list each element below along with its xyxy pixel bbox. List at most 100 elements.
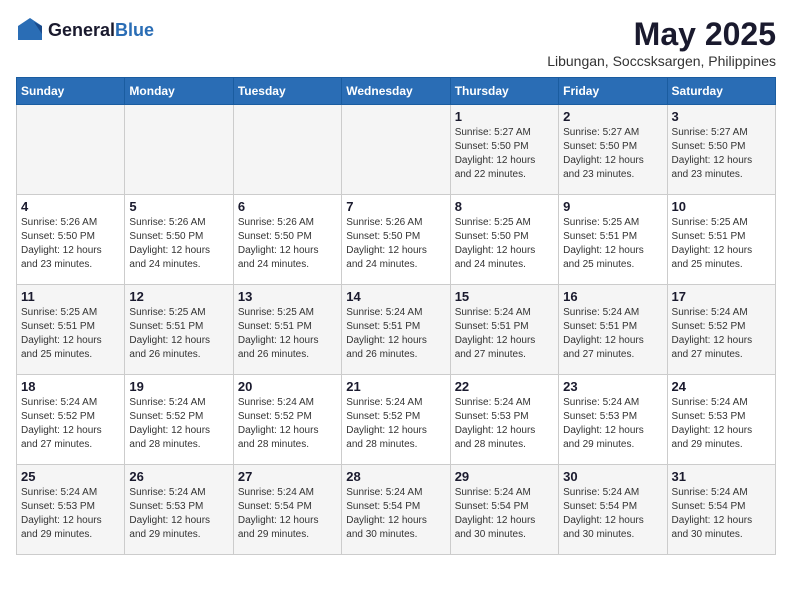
day-number: 8 <box>455 199 554 214</box>
calendar-cell: 24 Sunrise: 5:24 AM Sunset: 5:53 PM Dayli… <box>667 375 775 465</box>
day-info: Sunrise: 5:24 AM Sunset: 5:52 PM Dayligh… <box>238 396 337 452</box>
calendar-cell <box>233 105 341 195</box>
calendar-cell: 17 Sunrise: 5:24 AM Sunset: 5:52 PM Dayli… <box>667 285 775 375</box>
day-number: 22 <box>455 379 554 394</box>
day-number: 1 <box>455 109 554 124</box>
calendar-week-row: 11 Sunrise: 5:25 AM Sunset: 5:51 PM Dayli… <box>17 285 776 375</box>
calendar-cell: 27Sunrise: 5:24 AM Sunset: 5:54 PM Dayli… <box>233 465 341 555</box>
calendar-week-row: 18 Sunrise: 5:24 AM Sunset: 5:52 PM Dayli… <box>17 375 776 465</box>
day-info: Sunrise: 5:24 AM Sunset: 5:54 PM Dayligh… <box>672 486 771 542</box>
weekday-header-monday: Monday <box>125 78 233 105</box>
calendar-week-row: 25 Sunrise: 5:24 AM Sunset: 5:53 PM Dayli… <box>17 465 776 555</box>
day-info: Sunrise: 5:26 AM Sunset: 5:50 PM Dayligh… <box>129 216 228 272</box>
day-number: 21 <box>346 379 445 394</box>
day-number: 11 <box>21 289 120 304</box>
calendar-cell: 30 Sunrise: 5:24 AM Sunset: 5:54 PM Dayli… <box>559 465 667 555</box>
weekday-header-sunday: Sunday <box>17 78 125 105</box>
day-number: 29 <box>455 469 554 484</box>
calendar-cell <box>17 105 125 195</box>
day-number: 26 <box>129 469 228 484</box>
calendar-cell: 11 Sunrise: 5:25 AM Sunset: 5:51 PM Dayli… <box>17 285 125 375</box>
calendar-cell: 9Sunrise: 5:25 AM Sunset: 5:51 PM Daylig… <box>559 195 667 285</box>
day-info: Sunrise: 5:24 AM Sunset: 5:53 PM Dayligh… <box>563 396 662 452</box>
day-info: Sunrise: 5:25 AM Sunset: 5:51 PM Dayligh… <box>129 306 228 362</box>
weekday-header-wednesday: Wednesday <box>342 78 450 105</box>
weekday-header-thursday: Thursday <box>450 78 558 105</box>
logo-blue: Blue <box>115 20 154 40</box>
day-info: Sunrise: 5:24 AM Sunset: 5:54 PM Dayligh… <box>238 486 337 542</box>
calendar-cell: 16Sunrise: 5:24 AM Sunset: 5:51 PM Dayli… <box>559 285 667 375</box>
day-number: 6 <box>238 199 337 214</box>
day-info: Sunrise: 5:25 AM Sunset: 5:51 PM Dayligh… <box>21 306 120 362</box>
day-number: 31 <box>672 469 771 484</box>
calendar-cell: 22 Sunrise: 5:24 AM Sunset: 5:53 PM Dayli… <box>450 375 558 465</box>
calendar-cell: 6 Sunrise: 5:26 AM Sunset: 5:50 PM Daylig… <box>233 195 341 285</box>
calendar-cell <box>125 105 233 195</box>
page-header: GeneralBlue May 2025 Libungan, Soccsksar… <box>16 16 776 69</box>
day-info: Sunrise: 5:25 AM Sunset: 5:51 PM Dayligh… <box>238 306 337 362</box>
calendar-cell: 12 Sunrise: 5:25 AM Sunset: 5:51 PM Dayli… <box>125 285 233 375</box>
day-info: Sunrise: 5:24 AM Sunset: 5:53 PM Dayligh… <box>129 486 228 542</box>
day-info: Sunrise: 5:25 AM Sunset: 5:51 PM Dayligh… <box>672 216 771 272</box>
weekday-header-saturday: Saturday <box>667 78 775 105</box>
day-info: Sunrise: 5:25 AM Sunset: 5:51 PM Dayligh… <box>563 216 662 272</box>
day-number: 10 <box>672 199 771 214</box>
calendar-cell: 10 Sunrise: 5:25 AM Sunset: 5:51 PM Dayli… <box>667 195 775 285</box>
calendar-cell: 1Sunrise: 5:27 AM Sunset: 5:50 PM Daylig… <box>450 105 558 195</box>
calendar-cell <box>342 105 450 195</box>
day-number: 24 <box>672 379 771 394</box>
day-number: 18 <box>21 379 120 394</box>
day-info: Sunrise: 5:24 AM Sunset: 5:53 PM Dayligh… <box>455 396 554 452</box>
calendar-cell: 7 Sunrise: 5:26 AM Sunset: 5:50 PM Daylig… <box>342 195 450 285</box>
calendar-cell: 13 Sunrise: 5:25 AM Sunset: 5:51 PM Dayli… <box>233 285 341 375</box>
calendar-cell: 15Sunrise: 5:24 AM Sunset: 5:51 PM Dayli… <box>450 285 558 375</box>
day-number: 5 <box>129 199 228 214</box>
day-number: 19 <box>129 379 228 394</box>
day-number: 7 <box>346 199 445 214</box>
calendar-cell: 23 Sunrise: 5:24 AM Sunset: 5:53 PM Dayli… <box>559 375 667 465</box>
month-year-title: May 2025 <box>547 16 776 53</box>
day-info: Sunrise: 5:24 AM Sunset: 5:53 PM Dayligh… <box>21 486 120 542</box>
day-number: 14 <box>346 289 445 304</box>
day-info: Sunrise: 5:24 AM Sunset: 5:52 PM Dayligh… <box>129 396 228 452</box>
day-number: 17 <box>672 289 771 304</box>
day-number: 13 <box>238 289 337 304</box>
calendar-cell: 14 Sunrise: 5:24 AM Sunset: 5:51 PM Dayli… <box>342 285 450 375</box>
day-number: 2 <box>563 109 662 124</box>
calendar-cell: 26 Sunrise: 5:24 AM Sunset: 5:53 PM Dayli… <box>125 465 233 555</box>
day-info: Sunrise: 5:27 AM Sunset: 5:50 PM Dayligh… <box>563 126 662 182</box>
day-number: 25 <box>21 469 120 484</box>
logo-icon <box>16 16 44 44</box>
day-info: Sunrise: 5:24 AM Sunset: 5:54 PM Dayligh… <box>563 486 662 542</box>
day-info: Sunrise: 5:24 AM Sunset: 5:52 PM Dayligh… <box>346 396 445 452</box>
calendar-week-row: 1 Sunrise: 5:27 AM Sunset: 5:50 PM Daylig… <box>17 105 776 195</box>
day-info: Sunrise: 5:26 AM Sunset: 5:50 PM Dayligh… <box>238 216 337 272</box>
day-info: Sunrise: 5:24 AM Sunset: 5:52 PM Dayligh… <box>672 306 771 362</box>
calendar-cell: 20Sunrise: 5:24 AM Sunset: 5:52 PM Dayli… <box>233 375 341 465</box>
day-info: Sunrise: 5:26 AM Sunset: 5:50 PM Dayligh… <box>346 216 445 272</box>
calendar-cell: 4 Sunrise: 5:26 AM Sunset: 5:50 PM Daylig… <box>17 195 125 285</box>
calendar-cell: 28Sunrise: 5:24 AM Sunset: 5:54 PM Dayli… <box>342 465 450 555</box>
day-info: Sunrise: 5:25 AM Sunset: 5:50 PM Dayligh… <box>455 216 554 272</box>
logo-general: General <box>48 20 115 40</box>
day-number: 12 <box>129 289 228 304</box>
day-info: Sunrise: 5:24 AM Sunset: 5:51 PM Dayligh… <box>346 306 445 362</box>
calendar-cell: 25 Sunrise: 5:24 AM Sunset: 5:53 PM Dayli… <box>17 465 125 555</box>
weekday-header-tuesday: Tuesday <box>233 78 341 105</box>
day-info: Sunrise: 5:24 AM Sunset: 5:53 PM Dayligh… <box>672 396 771 452</box>
calendar-week-row: 4 Sunrise: 5:26 AM Sunset: 5:50 PM Daylig… <box>17 195 776 285</box>
day-number: 30 <box>563 469 662 484</box>
day-info: Sunrise: 5:24 AM Sunset: 5:51 PM Dayligh… <box>563 306 662 362</box>
day-number: 3 <box>672 109 771 124</box>
calendar-cell: 29Sunrise: 5:24 AM Sunset: 5:54 PM Dayli… <box>450 465 558 555</box>
day-number: 28 <box>346 469 445 484</box>
calendar-cell: 5 Sunrise: 5:26 AM Sunset: 5:50 PM Daylig… <box>125 195 233 285</box>
calendar-cell: 3Sunrise: 5:27 AM Sunset: 5:50 PM Daylig… <box>667 105 775 195</box>
calendar-cell: 2 Sunrise: 5:27 AM Sunset: 5:50 PM Daylig… <box>559 105 667 195</box>
title-block: May 2025 Libungan, Soccsksargen, Philipp… <box>547 16 776 69</box>
calendar-cell: 19 Sunrise: 5:24 AM Sunset: 5:52 PM Dayli… <box>125 375 233 465</box>
day-number: 23 <box>563 379 662 394</box>
day-number: 4 <box>21 199 120 214</box>
calendar-cell: 8 Sunrise: 5:25 AM Sunset: 5:50 PM Daylig… <box>450 195 558 285</box>
day-info: Sunrise: 5:26 AM Sunset: 5:50 PM Dayligh… <box>21 216 120 272</box>
